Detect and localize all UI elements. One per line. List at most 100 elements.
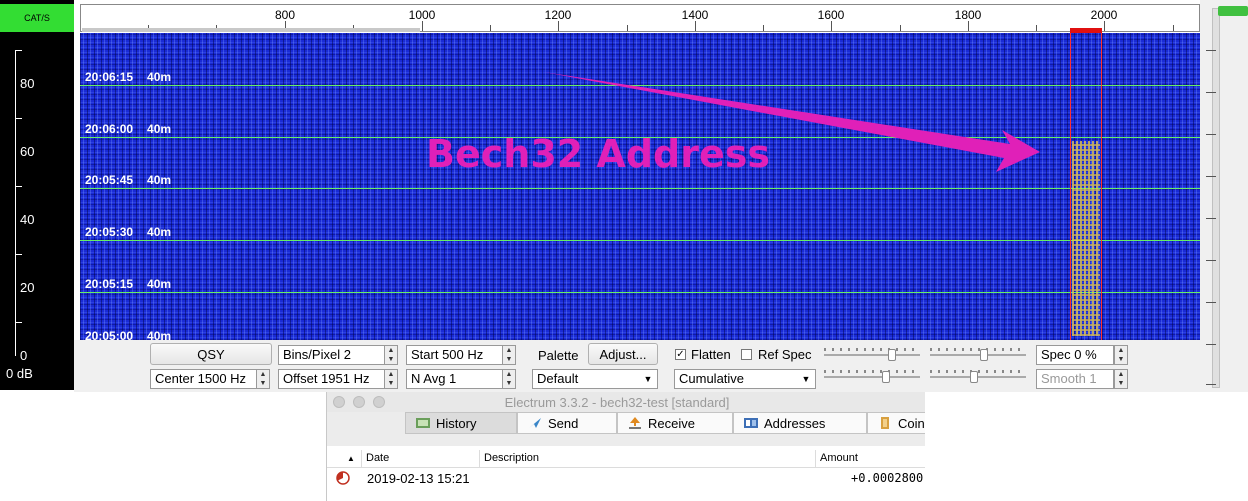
tab-history[interactable]: History — [405, 412, 517, 434]
frequency-label: 1800 — [954, 8, 982, 22]
db-axis — [15, 50, 16, 356]
flatten-checkbox[interactable]: ✓ — [675, 349, 686, 360]
center-frequency-field[interactable]: Center 1500 Hz — [150, 369, 258, 389]
n-avg-spinner[interactable]: ▲ ▼ — [502, 369, 516, 389]
time-marker-time: 20:06:15 — [85, 70, 134, 84]
spec-percent-field[interactable]: Spec 0 % — [1036, 345, 1114, 365]
close-window-button[interactable] — [333, 396, 345, 408]
tx-frequency-window — [1070, 33, 1102, 340]
spec-percent-spinner[interactable]: ▲ ▼ — [1114, 345, 1128, 365]
gain-slider[interactable] — [824, 348, 920, 362]
mode-value: Cumulative — [679, 371, 745, 386]
start-frequency-field[interactable]: Start 500 Hz — [406, 345, 506, 365]
db-tick — [16, 322, 22, 323]
frequency-tick — [831, 21, 832, 31]
time-marker: 20:05:30 40m — [85, 225, 171, 239]
palette-dropdown[interactable]: Default ▼ — [532, 369, 658, 389]
frequency-label: 1000 — [408, 8, 436, 22]
time-marker-band: 40m — [147, 277, 172, 291]
frequency-label: 2000 — [1090, 8, 1118, 22]
offset-spinner[interactable]: ▲ ▼ — [384, 369, 398, 389]
window-titlebar[interactable]: Electrum 3.3.2 - bech32-test [standard] — [327, 392, 925, 412]
palette-label: Palette — [538, 348, 579, 363]
offset-field[interactable]: Offset 1951 Hz — [278, 369, 388, 389]
ref-spec-checkbox[interactable] — [741, 349, 752, 360]
waterfall-controls: QSY Center 1500 Hz ▲ ▼ Bins/Pixel 2 ▲ ▼ Of… — [74, 340, 1200, 392]
coins-icon — [881, 417, 889, 429]
column-amount[interactable]: Amount — [820, 452, 858, 464]
db-label: 0 — [20, 348, 28, 363]
db-tick — [16, 50, 22, 51]
chevron-down-icon: ▼ — [801, 374, 811, 384]
tab-label: Send — [548, 416, 579, 431]
level-slider-thumb[interactable] — [1218, 6, 1248, 16]
zoom-window-button[interactable] — [373, 396, 385, 408]
bins-per-pixel-spinner[interactable]: ▲ ▼ — [384, 345, 398, 365]
column-divider — [361, 450, 362, 467]
cat-button[interactable]: CAT/S — [0, 4, 74, 32]
tab-label: Coin — [898, 416, 925, 431]
tab-addresses[interactable]: Addresses — [733, 412, 867, 434]
time-marker: 20:05:15 40m — [85, 277, 171, 291]
spectrum-zero-slider[interactable] — [930, 370, 1026, 384]
waterfall-mode-dropdown[interactable]: Cumulative ▼ — [674, 369, 816, 389]
time-marker-band: 40m — [147, 225, 172, 239]
adjust-button[interactable]: Adjust... — [588, 343, 658, 365]
start-frequency-spinner[interactable]: ▲ ▼ — [502, 345, 516, 365]
slider-tick — [1206, 384, 1216, 385]
smooth-spinner[interactable]: ▲ ▼ — [1114, 369, 1128, 389]
zero-slider[interactable] — [930, 348, 1026, 362]
db-label: 20 — [20, 280, 35, 295]
slider-tick — [1206, 92, 1216, 93]
confirmation-pie-icon — [336, 471, 350, 485]
row-date: 2019-02-13 15:21 — [367, 471, 470, 486]
time-marker: 20:06:00 40m — [85, 122, 171, 136]
time-divider — [80, 188, 1200, 189]
smooth-field[interactable]: Smooth 1 — [1036, 369, 1114, 389]
level-slider-track[interactable] — [1212, 8, 1220, 388]
column-description[interactable]: Description — [484, 452, 539, 464]
db-scale-panel: 80 60 40 20 0 0 dB — [0, 0, 74, 390]
tab-send[interactable]: Send — [517, 412, 617, 434]
frequency-tick — [900, 25, 901, 31]
qsy-button[interactable]: QSY — [150, 343, 272, 365]
slider-tick — [1206, 134, 1216, 135]
tab-coins[interactable]: Coin — [867, 412, 925, 434]
frequency-tick — [1036, 25, 1037, 31]
n-avg-field[interactable]: N Avg 1 — [406, 369, 506, 389]
time-marker: 20:06:15 40m — [85, 70, 171, 84]
db-tick — [16, 186, 22, 187]
frequency-tick — [763, 25, 764, 31]
time-marker-time: 20:06:00 — [85, 122, 134, 136]
spectrum-gain-slider[interactable] — [824, 370, 920, 384]
time-divider — [80, 292, 1200, 293]
receive-icon — [629, 417, 641, 429]
annotation-label: Bech32 Address — [426, 132, 770, 176]
time-marker: 20:05:45 40m — [85, 173, 171, 187]
time-marker-band: 40m — [147, 329, 172, 340]
tab-receive[interactable]: Receive — [617, 412, 733, 434]
electrum-window: Electrum 3.3.2 - bech32-test [standard] … — [326, 392, 925, 501]
slider-tick — [1206, 344, 1216, 345]
time-marker-band: 40m — [147, 122, 172, 136]
sort-arrow-icon[interactable]: ▲ — [347, 454, 355, 463]
right-slider-panel — [1200, 0, 1248, 392]
bins-per-pixel-field[interactable]: Bins/Pixel 2 — [278, 345, 388, 365]
frequency-tick — [558, 21, 559, 31]
time-marker-time: 20:05:00 — [85, 329, 134, 340]
center-frequency-spinner[interactable]: ▲ ▼ — [256, 369, 270, 389]
tab-label: Receive — [648, 416, 695, 431]
slider-tick — [1206, 260, 1216, 261]
column-divider — [479, 450, 480, 467]
addresses-icon — [744, 418, 758, 428]
frequency-label: 1600 — [817, 8, 845, 22]
slider-tick — [1206, 50, 1216, 51]
chevron-down-icon: ▼ — [643, 374, 653, 384]
column-divider — [815, 450, 816, 467]
frequency-label: 800 — [274, 8, 296, 22]
db-tick — [16, 254, 22, 255]
db-unit-label: 0 dB — [6, 366, 33, 381]
minimize-window-button[interactable] — [353, 396, 365, 408]
slider-tick — [1206, 176, 1216, 177]
column-date[interactable]: Date — [366, 452, 389, 464]
